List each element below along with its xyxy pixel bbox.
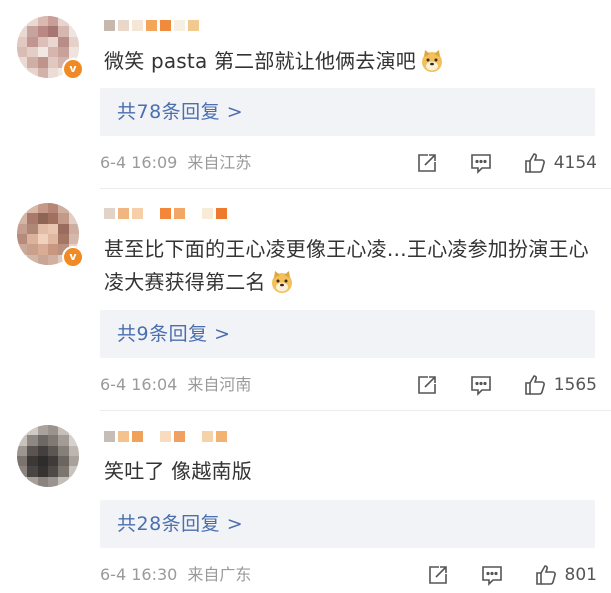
- avatar[interactable]: [17, 425, 79, 487]
- like-icon[interactable]: [523, 151, 547, 175]
- verified-badge-icon: v: [62, 58, 84, 80]
- comment-date: 6-4 16:04: [100, 375, 178, 394]
- comment-date: 6-4 16:09: [100, 153, 178, 172]
- comment-meta: 6-4 16:09 来自江苏: [100, 153, 251, 173]
- share-icon[interactable]: [415, 373, 439, 397]
- comment-icon[interactable]: [469, 151, 493, 175]
- comment-actions: 1565: [415, 373, 597, 397]
- view-replies-link[interactable]: 共9条回复 >: [117, 310, 231, 358]
- comment-actions: 801: [426, 563, 597, 587]
- avatar-mosaic: [17, 425, 79, 487]
- comment-meta: 6-4 16:30 来自广东: [100, 565, 251, 585]
- view-replies-link[interactable]: 共78条回复 >: [117, 88, 243, 136]
- comment-text-body: 笑吐了 像越南版: [104, 459, 252, 483]
- username-blurred[interactable]: [104, 428, 227, 444]
- username-blurred[interactable]: [104, 205, 227, 221]
- reply-box[interactable]: 共78条回复 >: [100, 88, 595, 136]
- comment-meta: 6-4 16:04 来自河南: [100, 375, 251, 395]
- divider: [100, 188, 611, 189]
- doge-icon: [420, 49, 444, 83]
- verified-badge-icon: v: [62, 246, 84, 268]
- comment-date: 6-4 16:30: [100, 565, 178, 584]
- comment-text-body: 微笑 pasta 第二部就让他俩去演吧: [104, 49, 416, 73]
- comment-text: 甚至比下面的王心凌更像王心凌…王心凌参加扮演王心凌大赛获得第二名: [104, 233, 593, 304]
- username-blurred[interactable]: [104, 17, 199, 33]
- comment-icon[interactable]: [480, 563, 504, 587]
- doge-icon: [270, 270, 294, 304]
- share-icon[interactable]: [415, 151, 439, 175]
- comment-text-body: 甚至比下面的王心凌更像王心凌…王心凌参加扮演王心凌大赛获得第二名: [104, 237, 589, 294]
- like-count: 4154: [553, 153, 597, 173]
- view-replies-link[interactable]: 共28条回复 >: [117, 500, 243, 548]
- comment-location: 来自河南: [187, 375, 252, 394]
- like-icon[interactable]: [534, 563, 558, 587]
- comment-location: 来自广东: [187, 565, 252, 584]
- reply-box[interactable]: 共28条回复 >: [100, 500, 595, 548]
- like-count: 1565: [553, 375, 597, 395]
- like-icon[interactable]: [523, 373, 547, 397]
- share-icon[interactable]: [426, 563, 450, 587]
- reply-box[interactable]: 共9条回复 >: [100, 310, 595, 358]
- comment-text: 笑吐了 像越南版: [104, 455, 593, 488]
- comment-text: 微笑 pasta 第二部就让他俩去演吧: [104, 45, 593, 83]
- comment-location: 来自江苏: [187, 153, 252, 172]
- comment-actions: 4154: [415, 151, 597, 175]
- divider: [100, 410, 611, 411]
- comment-icon[interactable]: [469, 373, 493, 397]
- like-count: 801: [564, 565, 597, 585]
